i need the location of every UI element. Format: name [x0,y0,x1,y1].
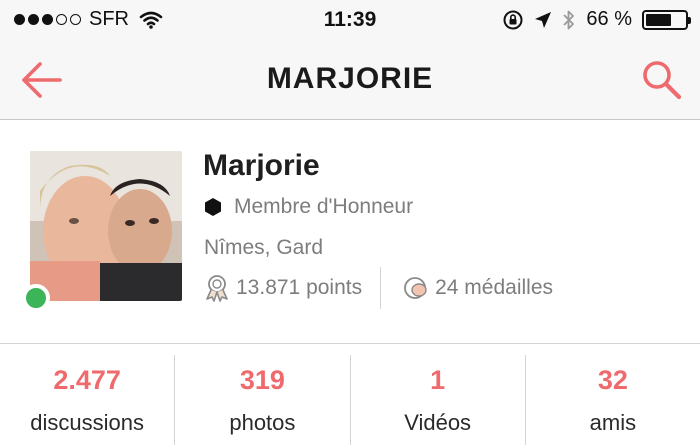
counter-value: 32 [597,365,628,395]
profile-location: Nîmes, Gard [204,236,324,259]
counter-label: photos [229,410,296,435]
profile-name: Marjorie [203,149,320,182]
award-ribbon-icon [206,275,228,302]
counter-label: amis [589,410,637,435]
avatar[interactable] [30,151,182,301]
counter-friends[interactable]: 32 amis [526,355,700,445]
medals-stat: 24 médailles [403,275,553,301]
avatar-photo [30,151,182,301]
medals-label: 24 médailles [435,276,554,299]
counter-label: Vidéos [404,410,472,435]
counter-value: 2.477 [53,365,121,395]
profile-achievements: 13.871 points 24 médailles [204,267,553,309]
online-status-indicator [22,284,50,312]
status-right: 66 % [502,8,691,31]
rotation-lock-icon [503,10,523,29]
counter-value: 319 [239,365,285,395]
counter-videos[interactable]: 1 Vidéos [351,355,526,445]
navigation-bar: MARJORIE [0,40,700,120]
profile-counters: 2.477 discussions 319 photos 1 Vidéos 32… [0,345,700,445]
battery-icon [642,9,691,30]
search-icon [643,61,682,100]
counter-label: discussions [30,410,144,435]
member-rank-label: Membre d'Honneur [234,195,414,218]
member-rank: Membre d'Honneur [204,195,413,219]
medal-icon [404,277,427,299]
hexagon-rank-icon [205,198,221,216]
counter-photos[interactable]: 319 photos [175,355,351,445]
points-stat: 13.871 points [204,274,362,302]
divider [380,267,382,309]
profile-header: Marjorie Membre d'Honneur Nîmes, Gard 13… [0,121,700,344]
location-arrow-icon [535,11,552,28]
counter-value: 1 [430,365,446,395]
bluetooth-icon [563,10,575,29]
back-button[interactable] [20,60,64,100]
arrow-left-icon [22,62,62,98]
page-title: MARJORIE [266,62,434,95]
counter-discussions[interactable]: 2.477 discussions [0,355,176,445]
points-label: 13.871 points [236,276,363,299]
status-bar: SFR 11:39 66 % [0,0,700,40]
battery-percent: 66 % [586,8,632,30]
search-button[interactable] [640,58,684,102]
